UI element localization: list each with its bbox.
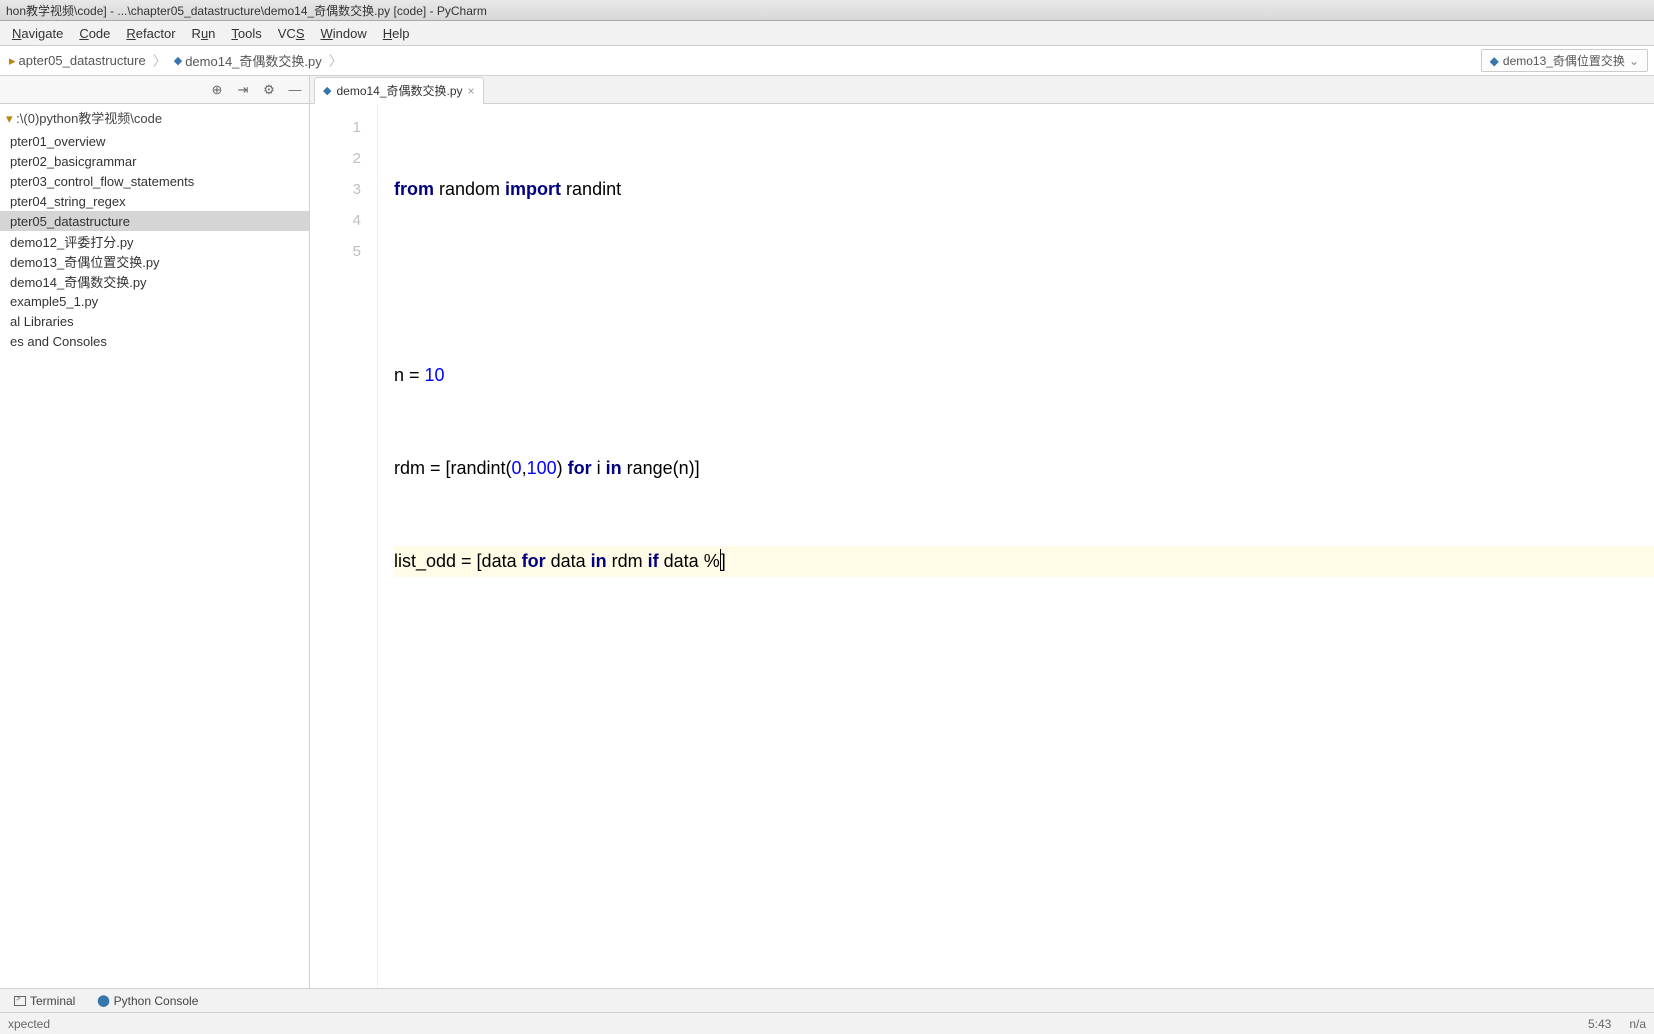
main-area: ⊕ ⇥ ⚙ — ▾ :\(0)python教学视频\code pter01_ov… bbox=[0, 76, 1654, 988]
tree-item-folder[interactable]: pter02_basicgrammar bbox=[0, 151, 309, 171]
bottom-tool-tabs: Terminal ⬤ Python Console bbox=[0, 988, 1654, 1012]
chevron-right-icon: 〉 bbox=[153, 51, 167, 71]
status-right: 5:43 n/a bbox=[1588, 1017, 1646, 1031]
tree-item-file[interactable]: demo13_奇偶位置交换.py bbox=[0, 251, 309, 271]
code-content[interactable]: from random import randint n = 10 rdm = … bbox=[378, 104, 1654, 988]
tree-item-file[interactable]: demo12_评委打分.py bbox=[0, 231, 309, 251]
tree-item-folder-selected[interactable]: pter05_datastructure bbox=[0, 211, 309, 231]
breadcrumb: ▸ apter05_datastructure 〉 ◆ demo14_奇偶数交换… bbox=[6, 50, 343, 71]
code-line: n = 10 bbox=[394, 360, 1654, 391]
line-number: 4 bbox=[310, 205, 361, 236]
sidebar-toolbar: ⊕ ⇥ ⚙ — bbox=[0, 76, 309, 104]
menu-tools[interactable]: Tools bbox=[223, 24, 269, 43]
breadcrumb-folder[interactable]: ▸ apter05_datastructure bbox=[6, 52, 149, 70]
close-icon[interactable]: × bbox=[468, 84, 475, 98]
code-line: from random import randint bbox=[394, 174, 1654, 205]
python-file-icon: ◆ bbox=[323, 84, 331, 97]
tree-item-libraries[interactable]: al Libraries bbox=[0, 311, 309, 331]
run-configuration-dropdown[interactable]: ◆ demo13_奇偶位置交换 ⌄ bbox=[1481, 49, 1648, 72]
line-number-gutter: 1 2 3 4 5 bbox=[310, 104, 378, 988]
navigation-bar: ▸ apter05_datastructure 〉 ◆ demo14_奇偶数交换… bbox=[0, 46, 1654, 76]
tree-item-folder[interactable]: pter04_string_regex bbox=[0, 191, 309, 211]
code-line: rdm = [randint(0,100) for i in range(n)] bbox=[394, 453, 1654, 484]
file-encoding[interactable]: n/a bbox=[1629, 1017, 1646, 1031]
tree-item-file[interactable]: demo14_奇偶数交换.py bbox=[0, 271, 309, 291]
status-message: xpected bbox=[8, 1017, 50, 1031]
python-console-label: Python Console bbox=[114, 994, 199, 1008]
tree-item-folder[interactable]: pter03_control_flow_statements bbox=[0, 171, 309, 191]
window-title: hon教学视频\code] - ...\chapter05_datastruct… bbox=[6, 2, 487, 19]
tree-item-consoles[interactable]: es and Consoles bbox=[0, 331, 309, 351]
line-number: 5 bbox=[310, 236, 361, 267]
breadcrumb-label: apter05_datastructure bbox=[19, 53, 146, 68]
cursor-position[interactable]: 5:43 bbox=[1588, 1017, 1611, 1031]
terminal-icon bbox=[14, 996, 26, 1006]
line-number: 2 bbox=[310, 143, 361, 174]
folder-icon: ▸ bbox=[9, 53, 16, 69]
menu-navigate[interactable]: Navigate bbox=[4, 24, 71, 43]
menu-help[interactable]: Help bbox=[375, 24, 418, 43]
terminal-tab-label: Terminal bbox=[30, 994, 75, 1008]
run-configuration-label: demo13_奇偶位置交换 bbox=[1503, 52, 1625, 69]
code-line bbox=[394, 267, 1654, 298]
gear-icon[interactable]: ⚙ bbox=[259, 80, 279, 100]
line-number: 1 bbox=[310, 112, 361, 143]
editor-tab-bar: ◆ demo14_奇偶数交换.py × bbox=[310, 76, 1654, 104]
text-cursor bbox=[720, 549, 721, 571]
python-file-icon: ◆ bbox=[174, 54, 182, 67]
window-title-bar: hon教学视频\code] - ...\chapter05_datastruct… bbox=[0, 0, 1654, 21]
menu-bar: Navigate Code Refactor Run Tools VCS Win… bbox=[0, 21, 1654, 46]
breadcrumb-file[interactable]: ◆ demo14_奇偶数交换.py bbox=[171, 50, 325, 71]
project-root[interactable]: ▾ :\(0)python教学视频\code bbox=[0, 104, 309, 131]
python-file-icon: ◆ bbox=[1490, 54, 1499, 68]
python-icon: ⬤ bbox=[97, 994, 109, 1007]
status-bar: xpected 5:43 n/a bbox=[0, 1012, 1654, 1034]
folder-icon: ▾ bbox=[6, 111, 13, 126]
menu-code[interactable]: Code bbox=[71, 24, 118, 43]
tree-item-file[interactable]: example5_1.py bbox=[0, 291, 309, 311]
menu-vcs[interactable]: VCS bbox=[270, 24, 313, 43]
terminal-tab[interactable]: Terminal bbox=[4, 992, 85, 1010]
code-line-current: list_odd = [data for data in rdm if data… bbox=[394, 546, 1654, 577]
tree-item-folder[interactable]: pter01_overview bbox=[0, 131, 309, 151]
menu-window[interactable]: Window bbox=[313, 24, 375, 43]
editor-tab-label: demo14_奇偶数交换.py bbox=[336, 82, 462, 99]
collapse-icon[interactable]: ⇥ bbox=[233, 80, 253, 100]
editor-area: ◆ demo14_奇偶数交换.py × 1 2 3 4 5 from rando… bbox=[310, 76, 1654, 988]
chevron-down-icon: ⌄ bbox=[1629, 54, 1639, 68]
minimize-icon[interactable]: — bbox=[285, 80, 305, 100]
menu-run[interactable]: Run bbox=[184, 24, 224, 43]
project-root-label: :\(0)python教学视频\code bbox=[16, 111, 162, 126]
breadcrumb-label: demo14_奇偶数交换.py bbox=[185, 51, 322, 70]
editor-tab[interactable]: ◆ demo14_奇偶数交换.py × bbox=[314, 77, 484, 104]
line-number: 3 bbox=[310, 174, 361, 205]
python-console-tab[interactable]: ⬤ Python Console bbox=[87, 992, 208, 1010]
project-sidebar: ⊕ ⇥ ⚙ — ▾ :\(0)python教学视频\code pter01_ov… bbox=[0, 76, 310, 988]
editor-body[interactable]: 1 2 3 4 5 from random import randint n =… bbox=[310, 104, 1654, 988]
menu-refactor[interactable]: Refactor bbox=[118, 24, 183, 43]
chevron-right-icon: 〉 bbox=[329, 51, 343, 71]
locate-icon[interactable]: ⊕ bbox=[207, 80, 227, 100]
project-tree[interactable]: pter01_overview pter02_basicgrammar pter… bbox=[0, 131, 309, 988]
